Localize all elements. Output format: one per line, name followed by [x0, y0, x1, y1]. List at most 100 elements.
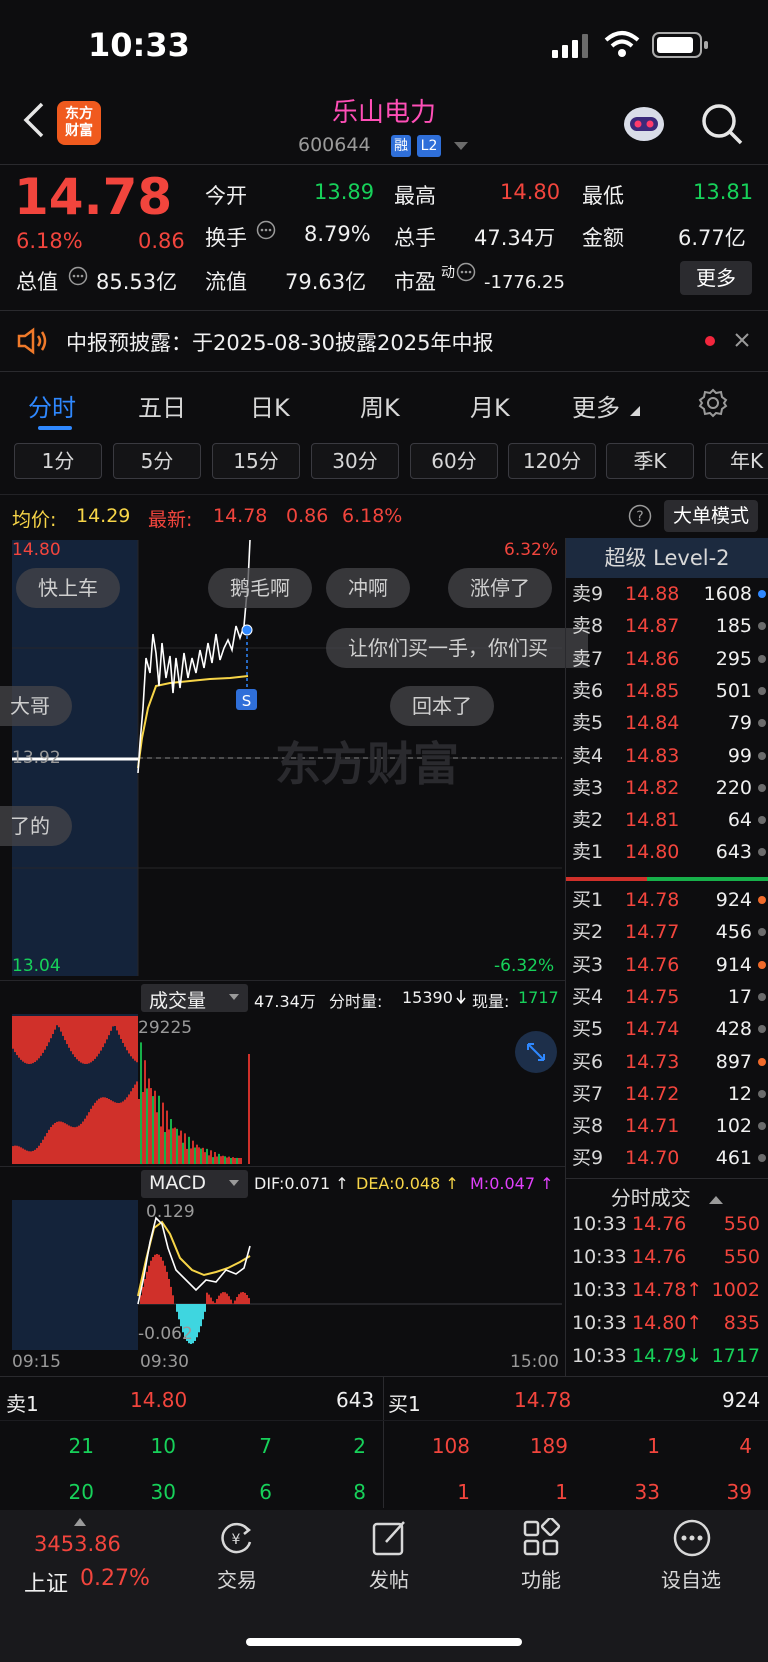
help-icon[interactable]: ? — [628, 504, 652, 528]
volume-indicator-dropdown[interactable]: 成交量 — [141, 984, 248, 1012]
queue-order-size: 1 — [457, 1480, 470, 1504]
more-dots-icon[interactable] — [672, 1518, 712, 1558]
ask-row[interactable]: 卖6 14.85 501 — [570, 675, 768, 707]
trade-icon[interactable]: ¥ — [216, 1518, 256, 1558]
bullet-comment: 快上车 — [16, 568, 120, 608]
more-button[interactable]: 更多 — [680, 261, 752, 295]
ask-row[interactable]: 卖4 14.83 99 — [570, 740, 768, 772]
order-dot-icon — [758, 896, 766, 904]
low-value: 13.81 — [693, 180, 754, 204]
bid-row[interactable]: 买8 14.71 102 — [570, 1110, 768, 1142]
tab-more[interactable]: 更多 — [572, 388, 620, 423]
ask-row[interactable]: 卖9 14.88 1608 — [570, 578, 768, 610]
turnover-label: 换手 — [205, 226, 247, 250]
status-bar: 10:33 — [0, 0, 768, 90]
queue-order-size: 8 — [353, 1480, 366, 1504]
tick-volume: 1717 — [711, 1345, 760, 1367]
pe-sup: 动 — [441, 265, 455, 281]
search-icon[interactable] — [700, 102, 744, 146]
chip-quarterly[interactable]: 季K — [606, 443, 694, 479]
ask-level: 卖2 — [572, 809, 604, 832]
caret-down-icon — [229, 994, 239, 1000]
bid-row[interactable]: 买6 14.73 897 — [570, 1046, 768, 1078]
queue-order-size: 39 — [726, 1480, 752, 1504]
gear-icon[interactable] — [698, 388, 728, 418]
ask-volume: 1608 — [703, 583, 752, 605]
bullet-comment: 回本了 — [390, 686, 494, 726]
close-icon[interactable] — [734, 332, 750, 348]
info-icon[interactable] — [68, 266, 88, 286]
nav-functions[interactable]: 功能 — [486, 1564, 596, 1593]
info-icon[interactable] — [456, 262, 476, 282]
bid-volume: 914 — [715, 953, 752, 976]
bid-row[interactable]: 买2 14.77 456 — [570, 916, 768, 948]
order-dot-icon — [758, 1025, 766, 1034]
macd-indicator-dropdown[interactable]: MACD — [141, 1170, 248, 1198]
wifi-icon — [604, 31, 640, 57]
chip-yearly[interactable]: 年K — [705, 443, 768, 479]
macd-m: M:0.047 ↑ — [470, 1174, 554, 1193]
chip-120min[interactable]: 120分 — [508, 443, 596, 479]
latest-label: 最新: — [148, 509, 193, 531]
nav-trade[interactable]: 交易 — [182, 1564, 292, 1593]
nav-watchlist[interactable]: 设自选 — [636, 1564, 746, 1593]
caret-down-icon[interactable] — [454, 142, 468, 152]
chip-1min[interactable]: 1分 — [14, 443, 102, 479]
nav-post[interactable]: 发帖 — [334, 1564, 444, 1593]
change-pct: 6.18% — [16, 229, 83, 253]
queue-order-size: 108 — [431, 1434, 470, 1458]
time-axis-start: 09:15 — [12, 1352, 61, 1372]
tick-price: 14.78↑ — [632, 1279, 703, 1301]
index-name[interactable]: 上证 — [24, 1566, 68, 1598]
active-tab-indicator — [38, 426, 72, 430]
tab-monthly[interactable]: 月K — [470, 388, 510, 423]
corner-caret-icon — [630, 406, 640, 416]
bid-row[interactable]: 买3 14.76 914 — [570, 949, 768, 981]
ask-row[interactable]: 卖8 14.87 185 — [570, 610, 768, 642]
market-cap-label: 总值 — [16, 270, 58, 294]
bid-ask-ratio-bar — [566, 877, 768, 881]
assistant-robot-icon[interactable] — [622, 104, 666, 144]
float-cap-value: 79.63亿 — [285, 270, 367, 294]
bid-row[interactable]: 买1 14.78 924 — [570, 884, 768, 916]
change-amount: 0.86 — [138, 229, 185, 253]
info-icon[interactable] — [256, 220, 276, 240]
index-pct[interactable]: 0.27% — [80, 1566, 150, 1591]
ask-row[interactable]: 卖3 14.82 220 — [570, 772, 768, 804]
index-value[interactable]: 3453.86 — [34, 1532, 121, 1556]
chip-60min[interactable]: 60分 — [410, 443, 498, 479]
ask-row[interactable]: 卖7 14.86 295 — [570, 643, 768, 675]
tab-intraday[interactable]: 分时 — [28, 388, 76, 423]
bid-row[interactable]: 买9 14.70 461 — [570, 1142, 768, 1174]
chip-15min[interactable]: 15分 — [212, 443, 300, 479]
tick-volume: 550 — [723, 1213, 760, 1235]
tab-weekly[interactable]: 周K — [360, 388, 400, 423]
tab-daily[interactable]: 日K — [250, 388, 290, 423]
notice-bar[interactable]: 中报预披露：于2025-08-30披露2025年中报 — [0, 312, 768, 370]
grid-icon[interactable] — [521, 1518, 561, 1558]
notice-text: 中报预披露：于2025-08-30披露2025年中报 — [66, 331, 494, 355]
order-dot-icon — [758, 1122, 766, 1131]
order-dot-icon — [758, 590, 766, 598]
ask-row[interactable]: 卖1 14.80 643 — [570, 836, 768, 868]
tab-5day[interactable]: 五日 — [138, 388, 186, 423]
big-order-mode-button[interactable]: 大单模式 — [664, 500, 758, 532]
order-book-title[interactable]: 超级 Level-2 — [566, 538, 768, 578]
expand-icon[interactable] — [514, 1030, 558, 1074]
bid-row[interactable]: 买4 14.75 17 — [570, 981, 768, 1013]
queue-sell-label: 卖1 — [6, 1392, 39, 1416]
ask-level: 卖3 — [572, 776, 604, 799]
ask-level: 卖1 — [572, 841, 604, 864]
ask-row[interactable]: 卖2 14.81 64 — [570, 804, 768, 836]
bid-row[interactable]: 买7 14.72 12 — [570, 1078, 768, 1110]
low-label: 最低 — [582, 184, 624, 208]
bid-volume: 102 — [715, 1115, 752, 1138]
order-dot-icon — [758, 783, 766, 792]
tick-price: 14.80↑ — [632, 1312, 703, 1334]
ask-row[interactable]: 卖5 14.84 79 — [570, 707, 768, 739]
chip-5min[interactable]: 5分 — [113, 443, 201, 479]
chip-30min[interactable]: 30分 — [311, 443, 399, 479]
bid-row[interactable]: 买5 14.74 428 — [570, 1013, 768, 1045]
bullet-comment: 大哥 — [0, 686, 72, 726]
compose-icon[interactable] — [370, 1518, 410, 1558]
